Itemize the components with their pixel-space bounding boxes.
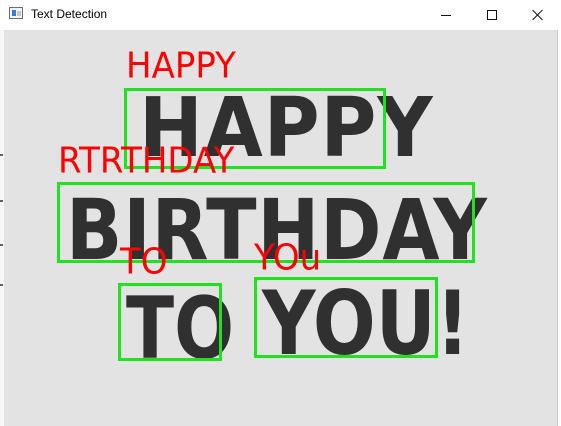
text-detection-window: Text Detection HAPPY BIRTHDAY TO YOU! HA…	[0, 0, 561, 426]
minimize-button[interactable]	[423, 0, 469, 30]
detection-label-birthday: RTRTHDAY	[58, 139, 235, 182]
window-right-edge	[557, 30, 561, 426]
detection-label-to: TO	[120, 240, 168, 283]
detection-label-happy: HAPPY	[126, 44, 236, 87]
title-bar[interactable]: Text Detection	[0, 0, 561, 30]
maximize-icon	[487, 10, 497, 20]
close-icon	[532, 9, 544, 21]
edge-mark	[0, 284, 3, 286]
edge-mark	[0, 200, 3, 202]
edge-mark	[0, 154, 3, 156]
detection-box-to	[118, 283, 222, 361]
window-title: Text Detection	[31, 7, 108, 21]
close-button[interactable]	[515, 0, 561, 30]
detection-box-you	[254, 277, 438, 358]
minimize-icon	[441, 14, 451, 16]
maximize-button[interactable]	[469, 0, 515, 30]
detection-label-you: YOu	[254, 236, 322, 279]
app-icon[interactable]	[9, 7, 23, 19]
edge-mark	[0, 244, 3, 246]
